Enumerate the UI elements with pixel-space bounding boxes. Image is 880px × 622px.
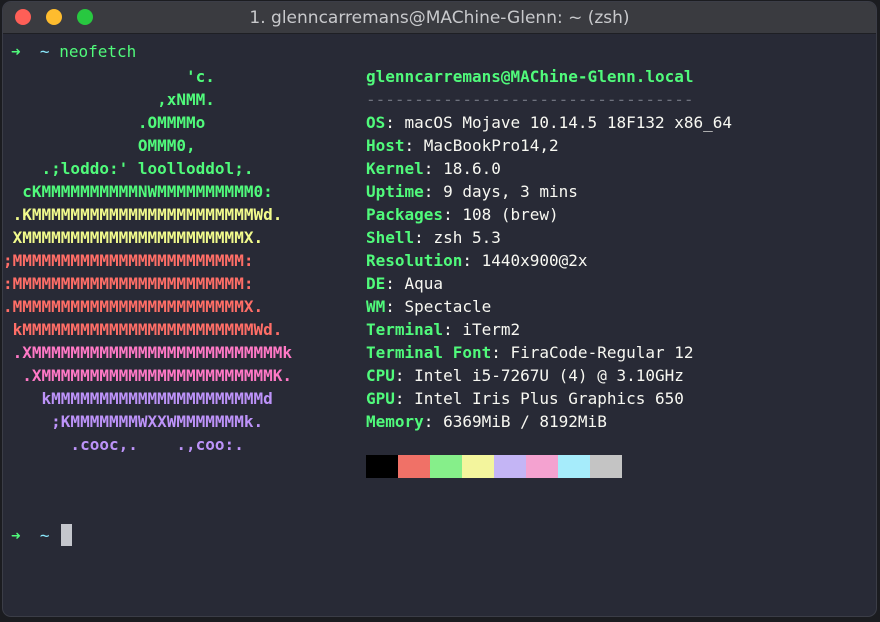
prompt-arrow-icon: ➜ (11, 526, 21, 545)
logo-line: .MMMMMMMMMMMMMMMMMMMMMMMMX. (3, 297, 264, 316)
info-key: Kernel (366, 159, 424, 178)
color-palette (366, 455, 622, 478)
info-row: CPU: Intel i5-7267U (4) @ 3.10GHz (366, 364, 732, 387)
logo-line: .cooc,. .,coo:. (3, 435, 244, 454)
info-row: DE: Aqua (366, 272, 732, 295)
prompt-arrow-icon: ➜ (11, 42, 21, 61)
prompt-command: neofetch (59, 42, 137, 61)
info-key: CPU (366, 366, 395, 385)
logo-line: XMMMMMMMMMMMMMMMMMMMMMMMX. (3, 228, 264, 247)
prompt-directory: ~ (39, 526, 50, 545)
info-value: Aqua (404, 274, 444, 293)
color-swatch (430, 455, 462, 478)
info-value: MacBookPro14,2 (423, 136, 559, 155)
apple-ascii-logo: 'c. ,xNMM. .OMMMMo OMMM0, .;loddo:' lool… (3, 65, 292, 456)
info-row: Shell: zsh 5.3 (366, 226, 732, 249)
info-row: Host: MacBookPro14,2 (366, 134, 732, 157)
logo-line: .KMMMMMMMMMMMMMMMMMMMMMMMWd. (3, 205, 283, 224)
prompt-line: ➜ ~ neofetch (11, 40, 136, 63)
info-colon: : (385, 297, 405, 316)
window-title: 1. glenncarremans@MAChine-Glenn: ~ (zsh) (249, 8, 630, 28)
info-key: Terminal Font (366, 343, 492, 362)
color-swatch (590, 455, 622, 478)
info-row: Kernel: 18.6.0 (366, 157, 732, 180)
color-swatch (526, 455, 558, 478)
info-key: Packages (366, 205, 444, 224)
text-cursor (61, 524, 73, 546)
system-info: glenncarremans@MAChine-Glenn.local -----… (366, 65, 732, 433)
logo-line: .;loddo:' loolloddol;. (3, 159, 254, 178)
info-row: Memory: 6369MiB / 8192MiB (366, 410, 732, 433)
info-key: Host (366, 136, 405, 155)
color-swatch (398, 455, 430, 478)
info-colon: : (394, 366, 415, 385)
info-value: zsh 5.3 (433, 228, 501, 247)
logo-line: 'c. (3, 67, 215, 86)
info-separator: ---------------------------------- (366, 90, 694, 109)
info-key: DE (366, 274, 386, 293)
info-key: WM (366, 297, 386, 316)
logo-line: ;MMMMMMMMMMMMMMMMMMMMMMMM: (3, 251, 254, 270)
info-row: Uptime: 9 days, 3 mins (366, 180, 732, 203)
info-colon: : (462, 251, 482, 270)
info-value: macOS Mojave 10.14.5 18F132 x86_64 (404, 113, 733, 132)
info-row: GPU: Intel Iris Plus Graphics 650 (366, 387, 732, 410)
info-key: GPU (366, 389, 395, 408)
user-host: glenncarremans@MAChine-Glenn.local (366, 67, 694, 86)
color-swatch (494, 455, 526, 478)
info-value: 9 days, 3 mins (443, 182, 578, 201)
title-bar[interactable]: 1. glenncarremans@MAChine-Glenn: ~ (zsh) (3, 2, 876, 34)
info-row: WM: Spectacle (366, 295, 732, 318)
info-colon: : (443, 205, 463, 224)
info-colon: : (491, 343, 511, 362)
logo-line: .OMMMMo (3, 113, 206, 132)
info-value: Intel i5-7267U (4) @ 3.10GHz (414, 366, 684, 385)
color-swatch (366, 455, 398, 478)
info-row: Terminal Font: FiraCode-Regular 12 (366, 341, 732, 364)
info-key: Resolution (366, 251, 463, 270)
info-value: FiraCode-Regular 12 (510, 343, 694, 362)
info-value: Spectacle (404, 297, 492, 316)
logo-line: ,xNMM. (3, 90, 215, 109)
logo-line: .XMMMMMMMMMMMMMMMMMMMMMMMMK. (3, 366, 292, 385)
prompt-line-active: ➜ ~ (11, 524, 73, 547)
info-row: Resolution: 1440x900@2x (366, 249, 732, 272)
info-value: 6369MiB / 8192MiB (443, 412, 607, 431)
info-colon: : (394, 389, 415, 408)
info-colon: : (423, 159, 444, 178)
info-key: OS (366, 113, 386, 132)
info-colon: : (385, 274, 405, 293)
logo-line: .XMMMMMMMMMMMMMMMMMMMMMMMMMMk (3, 343, 292, 362)
logo-line: kMMMMMMMMMMMMMMMMMMMMMMMMWd. (3, 320, 283, 339)
info-colon: : (423, 182, 444, 201)
logo-line: kMMMMMMMMMMMMMMMMMMMMMMd (3, 389, 273, 408)
info-colon: : (443, 320, 463, 339)
info-colon: : (414, 228, 434, 247)
info-value: iTerm2 (462, 320, 521, 339)
color-swatch (462, 455, 494, 478)
info-key: Terminal (366, 320, 444, 339)
logo-line: OMMM0, (3, 136, 196, 155)
logo-line: cKMMMMMMMMMMNWMMMMMMMMMM0: (3, 182, 273, 201)
info-row: OS: macOS Mojave 10.14.5 18F132 x86_64 (366, 111, 732, 134)
logo-line: :MMMMMMMMMMMMMMMMMMMMMMMM: (3, 274, 254, 293)
prompt-directory: ~ (39, 42, 50, 61)
terminal-window: 1. glenncarremans@MAChine-Glenn: ~ (zsh)… (3, 2, 876, 616)
terminal-content[interactable]: ➜ ~ neofetch 'c. ,xNMM. .OMMMMo OMMM0, .… (3, 34, 876, 616)
info-colon: : (423, 412, 444, 431)
info-key: Shell (366, 228, 415, 247)
color-swatch (558, 455, 590, 478)
info-key: Uptime (366, 182, 424, 201)
info-row: Terminal: iTerm2 (366, 318, 732, 341)
info-value: Intel Iris Plus Graphics 650 (414, 389, 684, 408)
logo-line: ;KMMMMMMMWXXWMMMMMMMk. (3, 412, 264, 431)
info-value: 108 (brew) (462, 205, 559, 224)
info-value: 1440x900@2x (481, 251, 588, 270)
info-value: 18.6.0 (443, 159, 501, 178)
info-colon: : (404, 136, 424, 155)
info-key: Memory (366, 412, 424, 431)
info-colon: : (385, 113, 405, 132)
info-row: Packages: 108 (brew) (366, 203, 732, 226)
